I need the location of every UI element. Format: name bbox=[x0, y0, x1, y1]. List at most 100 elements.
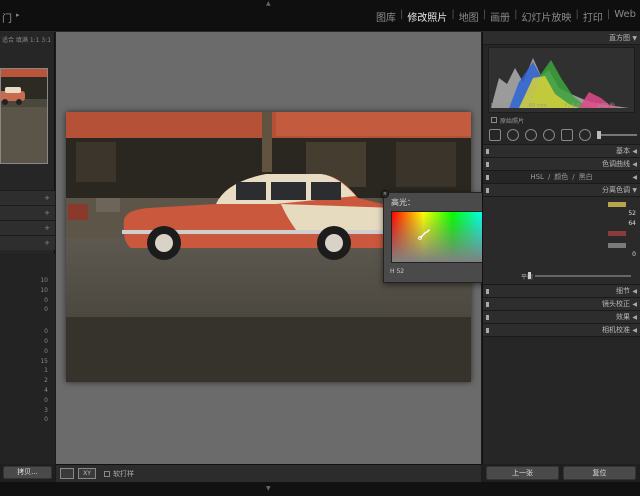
module-web[interactable]: Web bbox=[610, 9, 640, 24]
panel-lens-corrections[interactable]: 镜头校正 ◀ bbox=[483, 298, 640, 311]
history-value[interactable]: 10 bbox=[0, 276, 55, 286]
tab-bw[interactable]: 黑白 bbox=[579, 172, 593, 182]
focal-readout: 60 mm bbox=[529, 103, 547, 109]
navigator-header[interactable]: 适合 填满 1:1 3:1 bbox=[0, 32, 54, 44]
graduated-filter-icon[interactable] bbox=[561, 128, 573, 141]
loupe-view-button[interactable] bbox=[60, 468, 74, 479]
hue-readout: H 52 bbox=[390, 268, 405, 275]
history-value[interactable]: 0 bbox=[0, 347, 55, 357]
history-value[interactable]: 15 bbox=[0, 357, 55, 367]
module-bar: 门 ▸ ▲ 图库 | 修改照片 | 地图 | 画册 | 幻灯片放映 | 打印 |… bbox=[0, 0, 640, 32]
tab-hsl[interactable]: HSL bbox=[530, 173, 544, 181]
history-value[interactable]: 10 bbox=[0, 286, 55, 296]
radial-filter-icon[interactable] bbox=[579, 128, 591, 141]
collapse-triangle-icon[interactable]: ◀ bbox=[632, 314, 637, 321]
history-value[interactable]: 0 bbox=[0, 296, 55, 306]
tool-strip bbox=[483, 125, 640, 145]
panel-row[interactable]: + bbox=[0, 205, 55, 220]
history-value[interactable]: 0 bbox=[0, 337, 55, 347]
history-value[interactable]: 4 bbox=[0, 386, 55, 396]
history-value[interactable]: 0 bbox=[0, 396, 55, 406]
split-toning-body: 52 64 0 平衡 bbox=[483, 197, 640, 285]
red-eye-icon[interactable] bbox=[543, 128, 555, 141]
collapse-triangle-icon[interactable]: ◀ bbox=[632, 327, 637, 334]
collapse-triangle-icon[interactable]: ◀ bbox=[632, 148, 637, 155]
collapse-triangle-icon[interactable]: ◀ bbox=[632, 174, 637, 181]
panel-switch-icon[interactable] bbox=[486, 161, 489, 167]
top-panel-grip-icon[interactable]: ▲ bbox=[266, 0, 271, 7]
panel-row[interactable]: + bbox=[0, 220, 55, 235]
panel-switch-icon[interactable] bbox=[486, 301, 489, 307]
filmstrip-bar: ▼ bbox=[0, 482, 640, 496]
shutter-readout: 1/60 秒 bbox=[597, 103, 615, 109]
panel-row[interactable]: + bbox=[0, 190, 55, 205]
panel-basic[interactable]: 基本 ◀ bbox=[483, 145, 640, 158]
panel-hsl: HSL / 颜色 / 黑白 ◀ bbox=[483, 171, 640, 184]
reset-button[interactable]: 复位 bbox=[563, 466, 636, 480]
soft-proofing-toggle[interactable]: 软打样 bbox=[104, 469, 134, 479]
panel-switch-icon[interactable] bbox=[486, 148, 489, 154]
balance-slider-knob[interactable] bbox=[528, 272, 531, 279]
histogram-graph[interactable]: ISO 100 60 mm f / 8.0 1/60 秒 bbox=[488, 47, 635, 113]
panel-split-toning[interactable]: 分离色调 ▼ bbox=[483, 184, 640, 197]
identity-plate: 门 bbox=[2, 14, 12, 25]
close-icon[interactable]: × bbox=[381, 190, 389, 198]
module-map[interactable]: 地图 bbox=[455, 9, 483, 24]
checkbox-icon[interactable] bbox=[104, 470, 110, 477]
copy-button[interactable]: 拷贝... bbox=[3, 466, 52, 479]
collapse-triangle-icon[interactable]: ▼ bbox=[632, 35, 637, 42]
history-value[interactable]: 0 bbox=[0, 415, 55, 425]
history-value[interactable]: 3 bbox=[0, 406, 55, 416]
balance-label: 平衡 bbox=[521, 274, 534, 281]
module-picker: 图库 | 修改照片 | 地图 | 画册 | 幻灯片放映 | 打印 | Web bbox=[372, 9, 640, 24]
module-print[interactable]: 打印 bbox=[579, 9, 607, 24]
panel-switch-icon[interactable] bbox=[486, 327, 489, 333]
module-slideshow[interactable]: 幻灯片放映 bbox=[517, 9, 575, 24]
panel-camera-calibration[interactable]: 相机校准 ◀ bbox=[483, 324, 640, 337]
original-photo-toggle[interactable]: 原始照片 bbox=[483, 115, 640, 125]
previous-button[interactable]: 上一张 bbox=[486, 466, 559, 480]
highlight-color-swatch[interactable] bbox=[608, 202, 626, 207]
panel-effects[interactable]: 效果 ◀ bbox=[483, 311, 640, 324]
right-panel-footer: 上一张 复位 bbox=[482, 464, 640, 482]
shadow-color-swatch[interactable] bbox=[608, 243, 626, 248]
left-panel: 适合 填满 1:1 3:1 + + + + 10 10 0 0 0 0 0 15… bbox=[0, 32, 55, 464]
panel-switch-icon[interactable] bbox=[486, 314, 489, 320]
panel-tone-curve[interactable]: 色调曲线 ◀ bbox=[483, 158, 640, 171]
highlight-saturation-value[interactable]: 64 bbox=[628, 220, 636, 227]
histogram-header[interactable]: 直方图 ▼ bbox=[483, 32, 640, 45]
highlight-hue-value[interactable]: 52 bbox=[628, 210, 636, 217]
history-value[interactable]: 1 bbox=[0, 366, 55, 376]
module-library[interactable]: 图库 bbox=[372, 9, 400, 24]
collapse-triangle-icon[interactable]: ◀ bbox=[632, 288, 637, 295]
module-book[interactable]: 画册 bbox=[486, 9, 514, 24]
bottom-panel-grip-icon[interactable]: ▼ bbox=[266, 485, 271, 492]
panel-switch-icon[interactable] bbox=[486, 174, 489, 180]
history-value[interactable]: 0 bbox=[0, 327, 55, 337]
checkbox-icon[interactable] bbox=[491, 117, 497, 123]
collapse-triangle-icon[interactable]: ◀ bbox=[632, 161, 637, 168]
panel-row[interactable]: + bbox=[0, 235, 55, 250]
module-develop[interactable]: 修改照片 bbox=[403, 9, 451, 24]
identity-arrow-icon[interactable]: ▸ bbox=[16, 11, 20, 19]
panel-switch-icon[interactable] bbox=[486, 288, 489, 294]
grid-overlay-icon[interactable] bbox=[489, 128, 501, 141]
history-value[interactable]: 0 bbox=[0, 305, 55, 315]
left-panel-footer: 拷贝... bbox=[0, 464, 55, 482]
collapse-triangle-icon[interactable]: ▼ bbox=[632, 187, 637, 194]
panel-detail[interactable]: 细节 ◀ bbox=[483, 285, 640, 298]
before-after-button[interactable]: XY bbox=[78, 468, 96, 479]
eyedropper-icon[interactable] bbox=[418, 226, 432, 240]
balance-slider[interactable] bbox=[535, 275, 631, 277]
shadow-marker[interactable] bbox=[608, 231, 626, 236]
brush-size-slider[interactable] bbox=[597, 130, 637, 139]
lightroom-develop-window: 门 ▸ ▲ 图库 | 修改照片 | 地图 | 画册 | 幻灯片放映 | 打印 |… bbox=[0, 0, 640, 496]
spot-removal-icon[interactable] bbox=[525, 128, 537, 141]
shadow-value[interactable]: 0 bbox=[632, 251, 636, 258]
collapse-triangle-icon[interactable]: ◀ bbox=[632, 301, 637, 308]
panel-switch-icon[interactable] bbox=[486, 187, 489, 193]
navigator-preview[interactable] bbox=[0, 68, 48, 164]
tab-color[interactable]: 颜色 bbox=[554, 172, 568, 182]
history-value[interactable]: 2 bbox=[0, 376, 55, 386]
crop-icon[interactable] bbox=[507, 128, 519, 141]
